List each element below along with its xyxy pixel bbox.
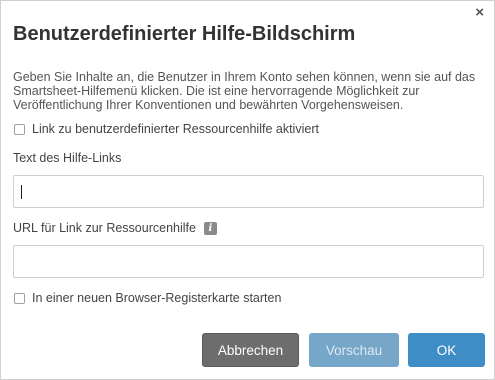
- enable-link-row[interactable]: Link zu benutzerdefinierter Ressourcenhi…: [14, 122, 319, 136]
- text-caret: [21, 185, 22, 199]
- new-tab-checkbox[interactable]: [14, 292, 25, 304]
- resource-url-label-text: URL für Link zur Ressourcenhilfe: [13, 221, 196, 235]
- new-tab-label: In einer neuen Browser-Registerkarte sta…: [32, 291, 282, 305]
- new-tab-row[interactable]: In einer neuen Browser-Registerkarte sta…: [14, 291, 281, 305]
- cancel-button[interactable]: Abbrechen: [202, 333, 299, 367]
- dialog-description: Geben Sie Inhalte an, die Benutzer in Ih…: [13, 70, 476, 112]
- enable-link-label: Link zu benutzerdefinierter Ressourcenhi…: [32, 122, 319, 136]
- help-link-text-label: Text des Hilfe-Links: [13, 151, 121, 165]
- close-icon[interactable]: ×: [475, 5, 484, 21]
- ok-button[interactable]: OK: [408, 333, 485, 367]
- help-link-text-input[interactable]: [13, 175, 484, 208]
- info-icon[interactable]: i: [203, 221, 217, 235]
- enable-link-checkbox[interactable]: [14, 123, 25, 135]
- custom-help-dialog: × Benutzerdefinierter Hilfe-Bildschirm G…: [0, 0, 495, 380]
- dialog-title: Benutzerdefinierter Hilfe-Bildschirm: [13, 23, 356, 45]
- resource-url-input[interactable]: [13, 245, 484, 278]
- help-link-text-label-text: Text des Hilfe-Links: [13, 151, 122, 165]
- preview-button[interactable]: Vorschau: [309, 333, 399, 367]
- resource-url-label: URL für Link zur Ressourcenhilfe i: [13, 221, 217, 235]
